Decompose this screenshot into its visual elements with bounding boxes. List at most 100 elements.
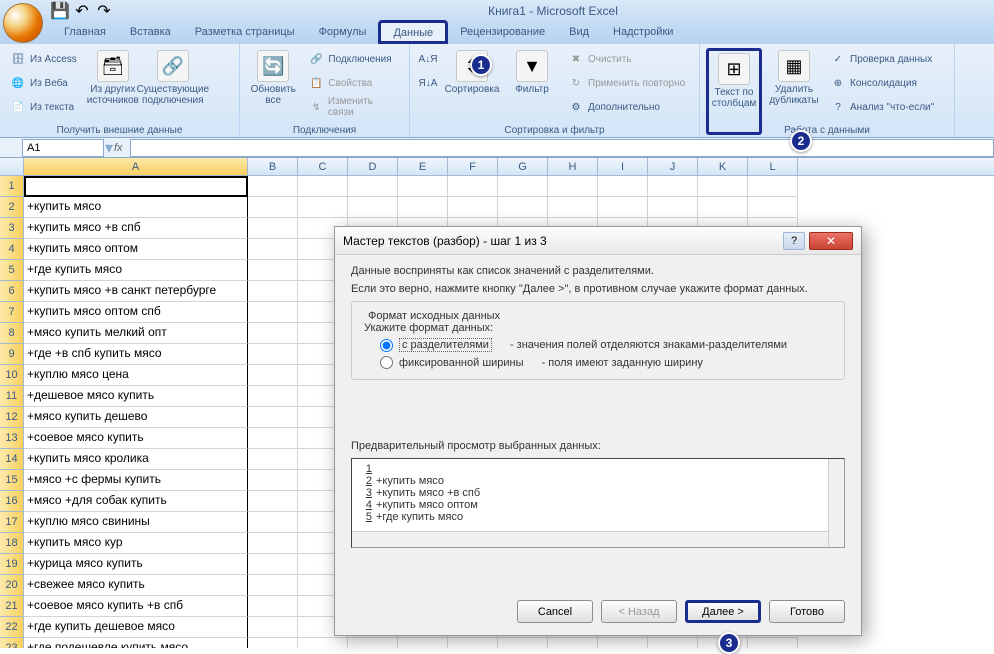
cell[interactable]	[698, 176, 748, 197]
tab-review[interactable]: Рецензирование	[448, 22, 557, 44]
row-header[interactable]: 12	[0, 407, 24, 428]
clear-filter-button[interactable]: ✖Очистить	[564, 48, 689, 70]
name-box[interactable]: A1	[22, 139, 104, 157]
select-all-corner[interactable]	[0, 158, 24, 175]
cell[interactable]	[298, 176, 348, 197]
row-header[interactable]: 17	[0, 512, 24, 533]
cell[interactable]	[298, 638, 348, 648]
cell[interactable]	[548, 197, 598, 218]
cell[interactable]	[498, 638, 548, 648]
cell[interactable]	[248, 197, 298, 218]
from-web-button[interactable]: 🌐Из Веба	[6, 72, 81, 94]
cell[interactable]	[248, 596, 298, 617]
cell[interactable]	[248, 638, 298, 648]
cell[interactable]	[248, 407, 298, 428]
cell[interactable]	[248, 617, 298, 638]
row-header[interactable]: 11	[0, 386, 24, 407]
from-other-button[interactable]: 🗃 Из других источников	[85, 48, 141, 135]
cell[interactable]	[248, 449, 298, 470]
tab-addins[interactable]: Надстройки	[601, 22, 685, 44]
cell[interactable]	[248, 575, 298, 596]
column-header-D[interactable]: D	[348, 158, 398, 175]
cancel-button[interactable]: Cancel	[517, 600, 593, 623]
sort-desc-button[interactable]: Я↓А	[416, 72, 440, 94]
sort-asc-button[interactable]: А↓Я	[416, 48, 440, 70]
row-header[interactable]: 5	[0, 260, 24, 281]
cell[interactable]: +купить мясо кур	[24, 533, 248, 554]
row-header[interactable]: 9	[0, 344, 24, 365]
tab-home[interactable]: Главная	[52, 22, 118, 44]
cell[interactable]: +дешевое мясо купить	[24, 386, 248, 407]
row-header[interactable]: 19	[0, 554, 24, 575]
cell[interactable]	[748, 638, 798, 648]
finish-button[interactable]: Готово	[769, 600, 845, 623]
cell[interactable]: +мясо +для собак купить	[24, 491, 248, 512]
cell[interactable]	[248, 470, 298, 491]
cell[interactable]	[248, 386, 298, 407]
cell[interactable]	[248, 491, 298, 512]
cell[interactable]	[398, 176, 448, 197]
tab-formulas[interactable]: Формулы	[307, 22, 379, 44]
row-header[interactable]: 4	[0, 239, 24, 260]
redo-icon[interactable]: ↷	[96, 3, 112, 19]
radio-fixed[interactable]	[380, 356, 393, 369]
column-header-I[interactable]: I	[598, 158, 648, 175]
cell[interactable]	[598, 176, 648, 197]
cell[interactable]	[298, 197, 348, 218]
connections-button[interactable]: 🔗Подключения	[304, 48, 403, 70]
cell[interactable]	[248, 365, 298, 386]
cell[interactable]: +соевое мясо купить +в спб	[24, 596, 248, 617]
radio-delimited-label[interactable]: с разделителями	[399, 338, 492, 352]
row-header[interactable]: 21	[0, 596, 24, 617]
cell[interactable]	[248, 302, 298, 323]
row-header[interactable]: 8	[0, 323, 24, 344]
column-header-H[interactable]: H	[548, 158, 598, 175]
cell[interactable]	[348, 197, 398, 218]
row-header[interactable]: 16	[0, 491, 24, 512]
from-text-button[interactable]: 📄Из текста	[6, 96, 81, 118]
cell[interactable]: +мясо купить мелкий опт	[24, 323, 248, 344]
cell[interactable]: +где купить мясо	[24, 260, 248, 281]
cell[interactable]	[248, 218, 298, 239]
whatif-button[interactable]: ?Анализ "что-если"	[826, 96, 938, 118]
fx-button[interactable]: fx	[114, 142, 130, 154]
formula-input[interactable]	[130, 139, 994, 157]
cell[interactable]: +купить мясо +в спб	[24, 218, 248, 239]
row-header[interactable]: 20	[0, 575, 24, 596]
cell[interactable]: +купить мясо оптом	[24, 239, 248, 260]
reapply-button[interactable]: ↻Применить повторно	[564, 72, 689, 94]
cell[interactable]: +куплю мясо свинины	[24, 512, 248, 533]
column-header-C[interactable]: C	[298, 158, 348, 175]
cell[interactable]	[398, 197, 448, 218]
cell[interactable]: +курица мясо купить	[24, 554, 248, 575]
cell[interactable]	[24, 176, 248, 197]
row-header[interactable]: 18	[0, 533, 24, 554]
column-header-F[interactable]: F	[448, 158, 498, 175]
from-access-button[interactable]: 🗄Из Access	[6, 48, 81, 70]
dialog-close-button[interactable]: ✕	[809, 232, 853, 250]
preview-hscroll[interactable]	[352, 531, 828, 547]
properties-button[interactable]: 📋Свойства	[304, 72, 403, 94]
back-button[interactable]: < Назад	[601, 600, 677, 623]
radio-delimited[interactable]	[380, 339, 393, 352]
filter-button[interactable]: ▼ Фильтр	[504, 48, 560, 135]
cell[interactable]	[598, 197, 648, 218]
dialog-title-bar[interactable]: Мастер текстов (разбор) - шаг 1 из 3 ? ✕	[335, 227, 861, 255]
cell[interactable]: +соевое мясо купить	[24, 428, 248, 449]
row-header[interactable]: 13	[0, 428, 24, 449]
cell[interactable]	[248, 533, 298, 554]
cell[interactable]: +где +в спб купить мясо	[24, 344, 248, 365]
row-header[interactable]: 14	[0, 449, 24, 470]
cell[interactable]: +где подешевле купить мясо	[24, 638, 248, 648]
cell[interactable]: +купить мясо +в санкт петербурге	[24, 281, 248, 302]
text-to-columns-button[interactable]: ⊞ Текст по столбцам	[706, 48, 762, 135]
cell[interactable]	[548, 638, 598, 648]
cell[interactable]	[498, 197, 548, 218]
cell[interactable]	[598, 638, 648, 648]
cell[interactable]	[648, 638, 698, 648]
edit-links-button[interactable]: ↯Изменить связи	[304, 96, 403, 118]
row-header[interactable]: 7	[0, 302, 24, 323]
existing-connections-button[interactable]: 🔗 Существующие подключения	[145, 48, 201, 135]
radio-fixed-label[interactable]: фиксированной ширины	[399, 357, 524, 369]
cell[interactable]	[248, 176, 298, 197]
